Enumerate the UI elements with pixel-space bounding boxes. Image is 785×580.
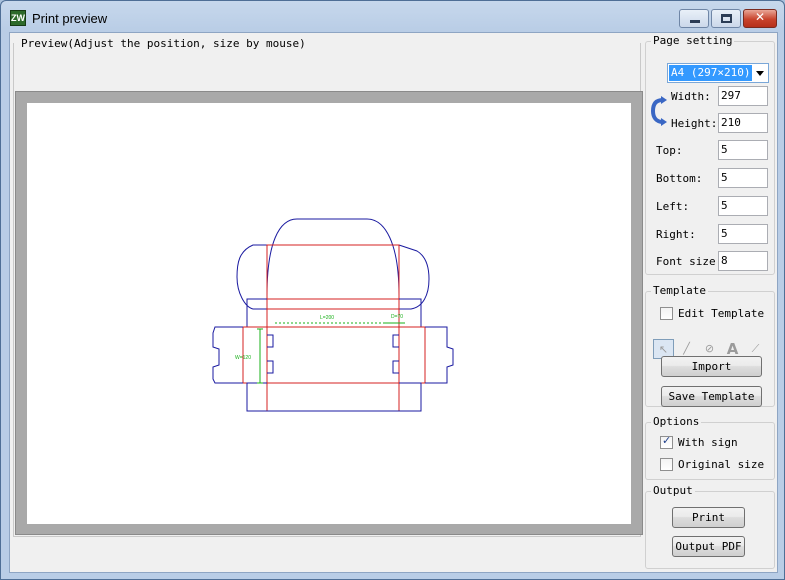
with-sign-checkbox[interactable]	[660, 434, 673, 449]
depth-dimension-label: D=70	[391, 314, 403, 320]
output-pdf-button[interactable]: Output PDF	[672, 536, 745, 557]
with-sign-label: With sign	[678, 436, 738, 449]
top-margin-label: Top:	[656, 144, 683, 157]
options-title: Options	[651, 415, 702, 428]
options-group: Options With sign Original size	[645, 415, 775, 480]
left-lock-slots	[267, 334, 274, 374]
width-dimension-label: W=120	[235, 355, 251, 361]
save-template-button[interactable]: Save Template	[661, 386, 762, 407]
dialog-client-area: Preview(Adjust the position, size by mou…	[9, 32, 778, 573]
bottom-panel	[266, 326, 400, 384]
print-preview-window: ZW Print preview ✕ Preview(Adjust the po…	[0, 0, 785, 580]
preview-group: Preview(Adjust the position, size by mou…	[13, 35, 643, 570]
right-tuck-outline	[425, 326, 454, 384]
right-lock-slots	[392, 334, 399, 374]
length-dimension-label: L=200	[320, 315, 334, 321]
swap-orientation-icon[interactable]	[650, 96, 668, 126]
template-group: Template Edit Template ↖ ╱ ⊘ A ⟋ Import …	[645, 284, 775, 407]
chevron-down-icon[interactable]	[756, 71, 764, 76]
settings-panel: Page setting A4 (297×210) Width: 297 Hei…	[645, 33, 777, 573]
close-icon: ✕	[754, 10, 766, 24]
height-input[interactable]: 210	[718, 113, 768, 133]
top-tuck-flap	[266, 218, 400, 307]
width-dimension-line	[257, 328, 263, 384]
preview-canvas[interactable]: L=200 D=70 W=120	[15, 91, 643, 535]
app-icon: ZW	[10, 10, 26, 26]
right-margin-label: Right:	[656, 228, 696, 241]
preview-label: Preview(Adjust the position, size by mou…	[19, 37, 308, 50]
width-label: Width:	[671, 90, 711, 103]
font-size-label: Font size:	[656, 255, 723, 268]
template-title: Template	[651, 284, 708, 297]
preview-page[interactable]: L=200 D=70 W=120	[27, 103, 631, 524]
bottom-margin-label: Bottom:	[656, 172, 703, 185]
left-margin-label: Left:	[656, 200, 690, 213]
edit-template-label: Edit Template	[678, 307, 765, 320]
left-margin-input[interactable]: 5	[718, 196, 768, 216]
title-bar[interactable]: ZW Print preview ✕	[1, 1, 784, 33]
bottom-margin-input[interactable]: 5	[718, 168, 768, 188]
output-title: Output	[651, 484, 695, 497]
original-size-checkbox[interactable]	[660, 458, 673, 471]
maximize-icon	[712, 10, 740, 27]
paper-size-value: A4 (297×210)	[669, 65, 753, 81]
edit-template-checkbox[interactable]	[660, 307, 673, 320]
output-group: Output Print Output PDF	[645, 484, 775, 569]
page-setting-group: Page setting A4 (297×210) Width: 297 Hei…	[645, 34, 775, 275]
import-button[interactable]: Import	[661, 356, 762, 377]
height-label: Height:	[671, 117, 718, 130]
paper-size-select[interactable]: A4 (297×210)	[667, 63, 769, 83]
lower-side-panel	[266, 382, 400, 412]
right-margin-input[interactable]: 5	[718, 224, 768, 244]
font-size-input[interactable]: 8	[718, 251, 768, 271]
right-end-panel	[399, 326, 426, 384]
lower-side-outline	[246, 382, 422, 412]
window-title: Print preview	[32, 11, 108, 26]
width-input[interactable]: 297	[718, 86, 768, 106]
print-button[interactable]: Print	[672, 507, 745, 528]
close-button[interactable]: ✕	[743, 9, 777, 28]
minimize-icon	[680, 10, 708, 27]
box-die-line-drawing[interactable]: L=200 D=70 W=120	[27, 103, 631, 524]
minimize-button[interactable]	[679, 9, 709, 28]
original-size-label: Original size	[678, 458, 765, 471]
top-margin-input[interactable]: 5	[718, 140, 768, 160]
page-setting-title: Page setting	[651, 34, 735, 47]
maximize-button[interactable]	[711, 9, 741, 28]
